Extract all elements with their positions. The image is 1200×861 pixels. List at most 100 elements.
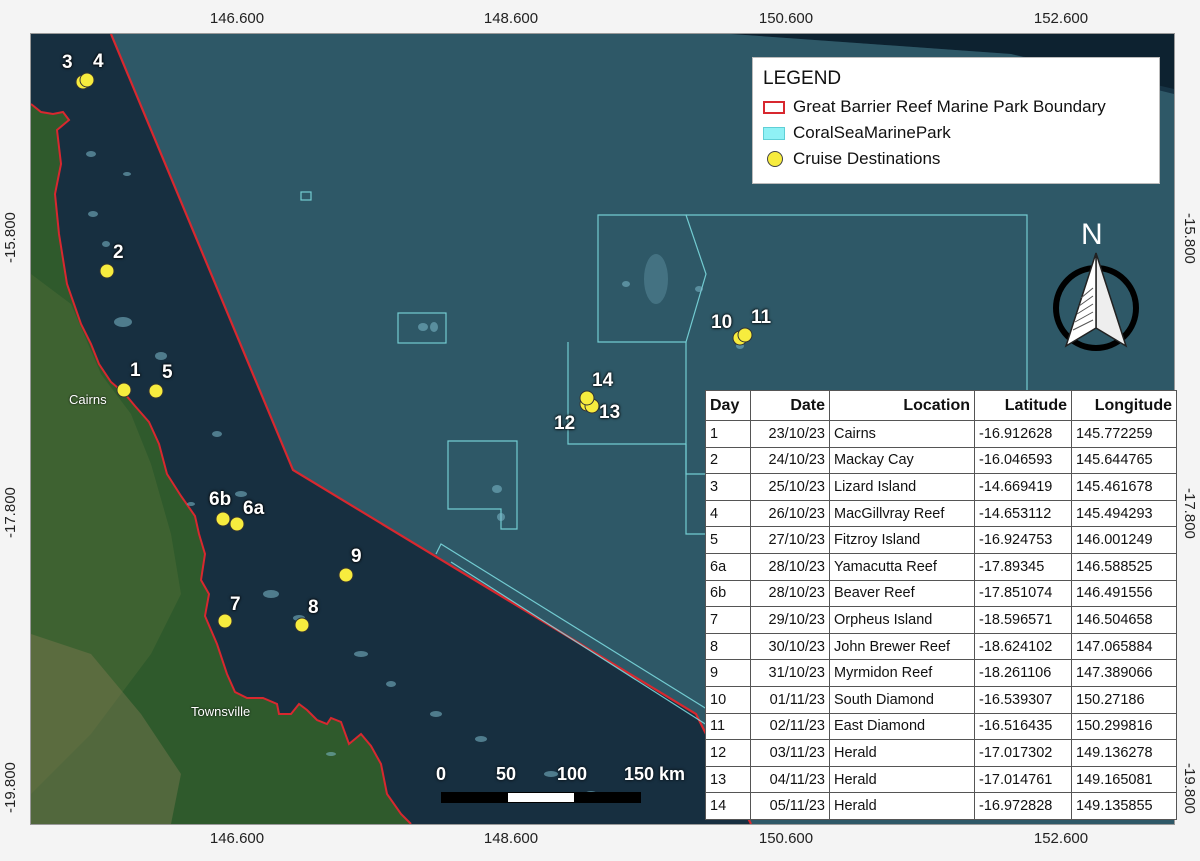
cell-longitude: 145.772259 (1071, 420, 1177, 448)
marker-10-11[interactable] (732, 327, 753, 346)
header-longitude: Longitude (1071, 390, 1177, 421)
legend-item-label: CoralSeaMarinePark (793, 123, 951, 142)
cell-location: Lizard Island (829, 473, 975, 501)
north-arrow-label: N (1081, 218, 1103, 251)
cell-day: 13 (705, 765, 751, 794)
cell-latitude: -18.261106 (974, 659, 1072, 687)
table-row: 10 01/11/23 South Diamond -16.539307 150.271… (705, 685, 1177, 714)
cell-longitude: 149.165081 (1071, 765, 1177, 794)
cell-latitude: -17.017302 (974, 739, 1072, 767)
cell-latitude: -16.539307 (974, 685, 1072, 714)
cell-day: 6b (705, 579, 751, 608)
scale-bar (441, 792, 641, 803)
table-row: 14 05/11/23 Herald -16.972828 149.135855 (705, 792, 1177, 820)
legend-item-destinations: Cruise Destinations (763, 146, 1149, 172)
cell-day: 6a (705, 552, 751, 581)
scale-label-0: 0 (436, 764, 447, 784)
table-body: 1 23/10/23 Cairns -16.912628 145.772259 2 24/1… (705, 420, 1177, 820)
cell-location: Beaver Reef (829, 579, 975, 608)
marker-label-13: 13 (599, 402, 621, 423)
cell-date: 24/10/23 (750, 446, 830, 475)
right-tick-2: -17.800 (1181, 487, 1198, 539)
marker-label-3: 3 (62, 52, 73, 73)
dot-swatch (767, 151, 783, 167)
cell-latitude: -16.912628 (974, 420, 1072, 448)
cell-longitude: 146.588525 (1071, 552, 1177, 581)
cell-location: Herald (829, 765, 975, 794)
cell-location: South Diamond (829, 685, 975, 714)
table-row: 9 31/10/23 Myrmidon Reef -18.261106 147.3890… (705, 659, 1177, 687)
legend-item-label: Great Barrier Reef Marine Park Boundary (793, 97, 1106, 116)
bottom-tick-3: 150.600 (758, 830, 814, 847)
cell-date: 26/10/23 (750, 499, 830, 528)
cell-day: 11 (705, 712, 751, 741)
cell-latitude: -18.596571 (974, 606, 1072, 634)
marker-label-6a: 6a (243, 498, 265, 519)
marker-label-14: 14 (592, 370, 614, 391)
cell-latitude: -14.669419 (974, 473, 1072, 501)
cell-location: Herald (829, 739, 975, 767)
marker-label-9: 9 (351, 546, 362, 567)
cell-latitude: -17.89345 (974, 552, 1072, 581)
cell-longitude: 147.389066 (1071, 659, 1177, 687)
marker-label-6b: 6b (209, 489, 232, 510)
cell-longitude: 145.494293 (1071, 499, 1177, 528)
cell-latitude: -16.924753 (974, 526, 1072, 554)
cell-location: East Diamond (829, 712, 975, 741)
cell-location: Yamacutta Reef (829, 552, 975, 581)
marker-12-13-14[interactable] (579, 390, 600, 414)
cell-location: Orpheus Island (829, 606, 975, 634)
table-row: 6a 28/10/23 Yamacutta Reef -17.89345 146.588… (705, 552, 1177, 581)
cell-location: John Brewer Reef (829, 632, 975, 661)
table-row: 5 27/10/23 Fitzroy Island -16.924753 146.001… (705, 526, 1177, 554)
marker-6b-6a[interactable] (215, 511, 245, 532)
top-tick-3: 150.600 (758, 10, 814, 27)
marker-8[interactable] (294, 617, 310, 633)
header-day: Day (705, 390, 751, 421)
cell-latitude: -18.624102 (974, 632, 1072, 661)
marker-label-11: 11 (751, 307, 772, 328)
marker-1[interactable] (116, 382, 132, 398)
cell-date: 03/11/23 (750, 739, 830, 767)
cell-longitude: 146.491556 (1071, 579, 1177, 608)
marker-label-7: 7 (230, 594, 241, 615)
cell-day: 8 (705, 632, 751, 661)
cell-date: 29/10/23 (750, 606, 830, 634)
marker-9[interactable] (338, 567, 354, 583)
scale-label-50: 50 (496, 764, 517, 784)
cell-date: 23/10/23 (750, 420, 830, 448)
cell-date: 31/10/23 (750, 659, 830, 687)
cell-location: Fitzroy Island (829, 526, 975, 554)
marker-2[interactable] (99, 263, 115, 279)
cell-longitude: 150.299816 (1071, 712, 1177, 741)
table-row: 4 26/10/23 MacGillvray Reef -14.653112 145.4… (705, 499, 1177, 528)
cell-latitude: -14.653112 (974, 499, 1072, 528)
legend-item-coral-sea: CoralSeaMarinePark (763, 120, 1149, 146)
cell-location: Herald (829, 792, 975, 820)
scale-label-150: 150 km (624, 764, 686, 784)
left-tick-1: -15.800 (2, 212, 19, 264)
left-tick-2: -17.800 (2, 487, 19, 539)
right-tick-1: -15.800 (1181, 212, 1198, 264)
cell-date: 02/11/23 (750, 712, 830, 741)
cell-location: Cairns (829, 420, 975, 448)
marker-5[interactable] (148, 383, 164, 399)
cell-day: 9 (705, 659, 751, 687)
cell-date: 30/10/23 (750, 632, 830, 661)
marker-7[interactable] (217, 613, 233, 629)
cell-latitude: -17.014761 (974, 765, 1072, 794)
scale-label-100: 100 (557, 764, 588, 784)
cell-latitude: -16.972828 (974, 792, 1072, 820)
cell-day: 12 (705, 739, 751, 767)
marker-3-4[interactable] (75, 72, 95, 90)
legend: LEGEND Great Barrier Reef Marine Park Bo… (752, 57, 1160, 184)
marker-label-4: 4 (93, 51, 104, 72)
right-tick-3: -19.800 (1181, 762, 1198, 814)
cell-day: 7 (705, 606, 751, 634)
bottom-tick-1: 146.600 (209, 830, 265, 847)
left-tick-3: -19.800 (2, 762, 19, 814)
boundary-swatch (763, 100, 785, 114)
marker-label-2: 2 (113, 242, 124, 263)
cell-location: Myrmidon Reef (829, 659, 975, 687)
cell-longitude: 149.135855 (1071, 792, 1177, 820)
